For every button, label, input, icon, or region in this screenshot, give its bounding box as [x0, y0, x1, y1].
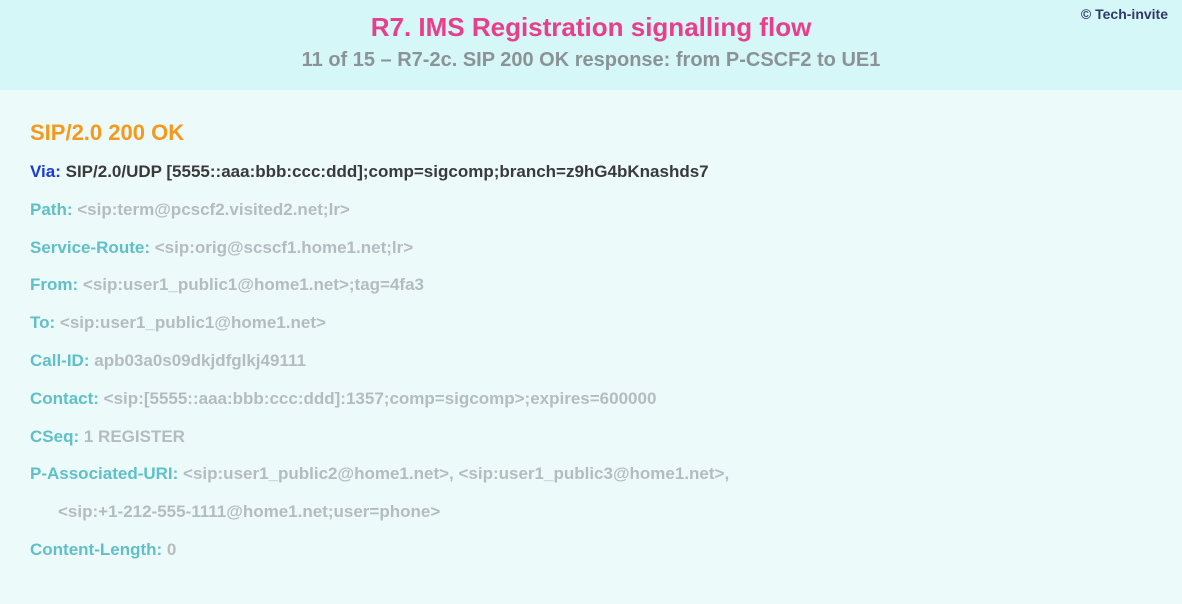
header-value-to: <sip:user1_public1@home1.net> — [60, 313, 326, 332]
copyright-notice: © Tech-invite — [1081, 6, 1168, 22]
page-subtitle: 11 of 15 – R7-2c. SIP 200 OK response: f… — [0, 49, 1182, 72]
header-name-call-id: Call-ID — [30, 351, 84, 370]
header-name-from: From — [30, 275, 73, 294]
header-name-contact: Contact — [30, 389, 93, 408]
sip-header-via: Via: SIP/2.0/UDP [5555::aaa:bbb:ccc:ddd]… — [30, 160, 1152, 184]
header-value-content-length: 0 — [167, 540, 176, 559]
sip-header-content-length: Content-Length: 0 — [30, 538, 1152, 562]
header-value-from: <sip:user1_public1@home1.net>;tag=4fa3 — [83, 275, 424, 294]
header-name-cseq: CSeq — [30, 427, 73, 446]
sip-header-call-id: Call-ID: apb03a0s09dkjdfglkj49111 — [30, 349, 1152, 373]
header-value-call-id: apb03a0s09dkjdfglkj49111 — [94, 351, 306, 370]
header-value-contact: <sip:[5555::aaa:bbb:ccc:ddd]:1357;comp=s… — [104, 389, 657, 408]
header-value-via: SIP/2.0/UDP [5555::aaa:bbb:ccc:ddd];comp… — [66, 162, 709, 181]
sip-message-panel: SIP/2.0 200 OK Via: SIP/2.0/UDP [5555::a… — [0, 90, 1182, 604]
sip-header-path: Path: <sip:term@pcscf2.visited2.net;lr> — [30, 198, 1152, 222]
sip-header-service-route: Service-Route: <sip:orig@scscf1.home1.ne… — [30, 236, 1152, 260]
sip-header-from: From: <sip:user1_public1@home1.net>;tag=… — [30, 273, 1152, 297]
header-name-to: To — [30, 313, 50, 332]
sip-header-p-associated-uri: P-Associated-URI: <sip:user1_public2@hom… — [30, 462, 1152, 486]
header-value-p-associated-uri-1: <sip:user1_public2@home1.net>, <sip:user… — [183, 464, 729, 483]
sip-header-contact: Contact: <sip:[5555::aaa:bbb:ccc:ddd]:13… — [30, 387, 1152, 411]
header-name-content-length: Content-Length — [30, 540, 157, 559]
sip-header-cseq: CSeq: 1 REGISTER — [30, 425, 1152, 449]
header-name-p-associated-uri: P-Associated-URI — [30, 464, 173, 483]
header-value-cseq: 1 REGISTER — [84, 427, 185, 446]
header-name-path: Path — [30, 200, 67, 219]
header-name-via: Via — [30, 162, 55, 181]
header-band: © Tech-invite R7. IMS Registration signa… — [0, 0, 1182, 90]
sip-header-to: To: <sip:user1_public1@home1.net> — [30, 311, 1152, 335]
sip-header-p-associated-uri-cont: <sip:+1-212-555-1111@home1.net;user=phon… — [30, 500, 1152, 524]
page-title: R7. IMS Registration signalling flow — [0, 12, 1182, 43]
header-value-path: <sip:term@pcscf2.visited2.net;lr> — [77, 200, 350, 219]
header-value-p-associated-uri-2: <sip:+1-212-555-1111@home1.net;user=phon… — [58, 502, 440, 521]
sip-status-line: SIP/2.0 200 OK — [30, 120, 1152, 146]
header-value-service-route: <sip:orig@scscf1.home1.net;lr> — [155, 238, 413, 257]
header-name-service-route: Service-Route — [30, 238, 144, 257]
